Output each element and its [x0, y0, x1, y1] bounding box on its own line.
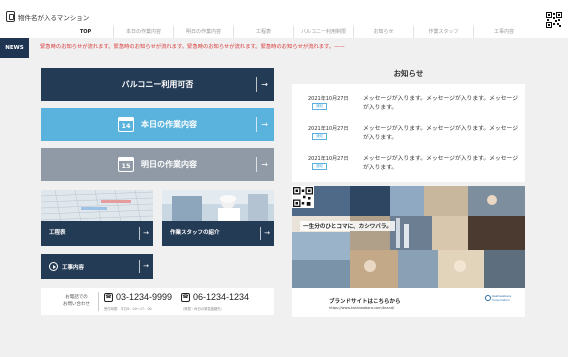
- brand-banner[interactable]: 一生分のひとコマに、カシワバラ。 ブランドサイトはこちらから https://w…: [292, 186, 525, 317]
- site-logo[interactable]: 物件名が入るマンション: [6, 11, 89, 22]
- schedule-photo: [41, 190, 153, 222]
- nav-staff[interactable]: 作業スタッフ: [414, 26, 474, 38]
- contact-label-line2: お問い合わせ: [63, 302, 90, 307]
- contact-label: お電話での お問い合わせ: [63, 294, 90, 308]
- arrow-right-icon: →: [260, 227, 270, 240]
- notice-date: 2021年10月27日: [308, 96, 349, 102]
- arrow-right-icon: →: [139, 227, 149, 240]
- news-bar: NEWS 緊急時のお知らせが流れます。緊急時のお知らせが流れます。緊急時のお知ら…: [0, 38, 568, 58]
- brand-site-url: https://www.kashiwabara.com/brand/: [329, 306, 395, 310]
- building-icon: [6, 11, 15, 22]
- notices-title: お知らせ: [393, 69, 424, 78]
- arrow-right-icon: →: [256, 77, 268, 92]
- phone-number-1: 03-1234-9999: [116, 292, 173, 302]
- notice-badge: 通知: [312, 133, 327, 140]
- contact-divider: [98, 292, 99, 311]
- nav-today-work[interactable]: 本日の作業内容: [114, 26, 174, 38]
- brand-qr-code-icon: [292, 186, 314, 208]
- tomorrow-work-label: 明日の作業内容: [141, 160, 197, 169]
- phone-icon: ☎: [104, 292, 113, 302]
- calendar-icon: 14: [117, 116, 134, 132]
- notice-badge: 通知: [312, 163, 327, 170]
- contact-box: お電話での お問い合わせ ☎ 03-1234-9999 受付時間：平日8：00〜…: [41, 288, 274, 315]
- staff-tile-bar: 作業スタッフの紹介 →: [162, 221, 274, 246]
- balcony-button[interactable]: バルコニー利用可否 →: [41, 68, 274, 101]
- phone-link-1[interactable]: ☎ 03-1234-9999: [104, 292, 172, 302]
- balcony-button-label: バルコニー利用可否: [121, 80, 194, 89]
- staff-label: 作業スタッフの紹介: [170, 230, 220, 236]
- notice-date: 2021年10月27日: [308, 156, 349, 162]
- arrow-right-icon: →: [139, 260, 149, 273]
- schedule-tile[interactable]: 工程表 →: [41, 190, 153, 246]
- phone-note-1: 受付時間：平日8：00〜17：00: [104, 307, 152, 311]
- global-nav: TOP 本日の作業内容 明日の作業内容 工程表 バルコニー利用制限 お知らせ 作…: [58, 26, 534, 38]
- calendar-day: 14: [121, 122, 131, 130]
- notice-date: 2021年10月27日: [308, 126, 349, 132]
- site-header: 物件名が入るマンション TOP 本日の作業内容 明日の作業内容 工程表 バルコニ…: [0, 0, 568, 40]
- phone-number-2: 06-1234-1234: [193, 292, 250, 302]
- nav-balcony[interactable]: バルコニー利用制限: [294, 26, 354, 38]
- schedule-tile-bar: 工程表 →: [41, 221, 153, 246]
- brand-logo-icon: [485, 295, 491, 301]
- notices-list: 2021年10月27日 通知 メッセージが入ります。メッセージが入ります。メッセ…: [292, 84, 525, 182]
- phone-note-2: （夜間・休日の緊急連絡先）: [181, 307, 224, 311]
- site-title: 物件名が入るマンション: [18, 13, 90, 22]
- nav-top[interactable]: TOP: [58, 26, 114, 38]
- notice-message: メッセージが入ります。メッセージが入ります。メッセージが入ります。: [363, 156, 519, 171]
- today-work-label: 本日の作業内容: [141, 120, 197, 129]
- nav-notices[interactable]: お知らせ: [354, 26, 414, 38]
- notice-item[interactable]: 2021年10月27日 通知 メッセージが入ります。メッセージが入ります。メッセ…: [308, 122, 519, 152]
- news-ticker[interactable]: 緊急時のお知らせが流れます。緊急時のお知らせが流れます。緊急時のお知らせが流れま…: [40, 38, 345, 57]
- banner-catch-copy: 一生分のひとコマに、カシワバラ。: [300, 221, 395, 231]
- notice-item[interactable]: 2021年10月27日 通知 メッセージが入ります。メッセージが入ります。メッセ…: [308, 92, 519, 122]
- today-work-button[interactable]: 14 本日の作業内容 →: [41, 108, 274, 141]
- tomorrow-work-button[interactable]: 15 明日の作業内容 →: [41, 148, 274, 181]
- staff-photo: [162, 190, 274, 222]
- play-icon: [49, 262, 58, 271]
- nav-schedule[interactable]: 工程表: [234, 26, 294, 38]
- notice-item[interactable]: 2021年10月27日 通知 メッセージが入ります。メッセージが入ります。メッセ…: [308, 152, 519, 182]
- staff-tile[interactable]: 作業スタッフの紹介 →: [162, 190, 274, 246]
- calendar-day: 15: [121, 162, 131, 170]
- contact-label-line1: お電話での: [65, 295, 88, 300]
- brand-site-link[interactable]: ブランドサイトはこちらから: [329, 297, 401, 305]
- work-content-button[interactable]: 工事内容 →: [41, 254, 153, 279]
- brand-name: Kashiwabara Corporation: [492, 294, 512, 302]
- arrow-right-icon: →: [256, 117, 268, 132]
- news-label: NEWS: [0, 38, 29, 58]
- calendar-icon: 15: [117, 156, 134, 172]
- schedule-label: 工程表: [49, 230, 66, 236]
- work-content-label: 工事内容: [62, 264, 85, 271]
- phone-link-2[interactable]: ☎ 06-1234-1234: [181, 292, 249, 302]
- notice-badge: 通知: [312, 103, 327, 110]
- notice-message: メッセージが入ります。メッセージが入ります。メッセージが入ります。: [363, 126, 519, 141]
- nav-tomorrow-work[interactable]: 明日の作業内容: [174, 26, 234, 38]
- nav-work[interactable]: 工事内容: [474, 26, 534, 38]
- notice-message: メッセージが入ります。メッセージが入ります。メッセージが入ります。: [363, 96, 519, 111]
- qr-code-icon: [546, 12, 562, 28]
- arrow-right-icon: →: [256, 157, 268, 172]
- phone-icon: ☎: [181, 292, 190, 302]
